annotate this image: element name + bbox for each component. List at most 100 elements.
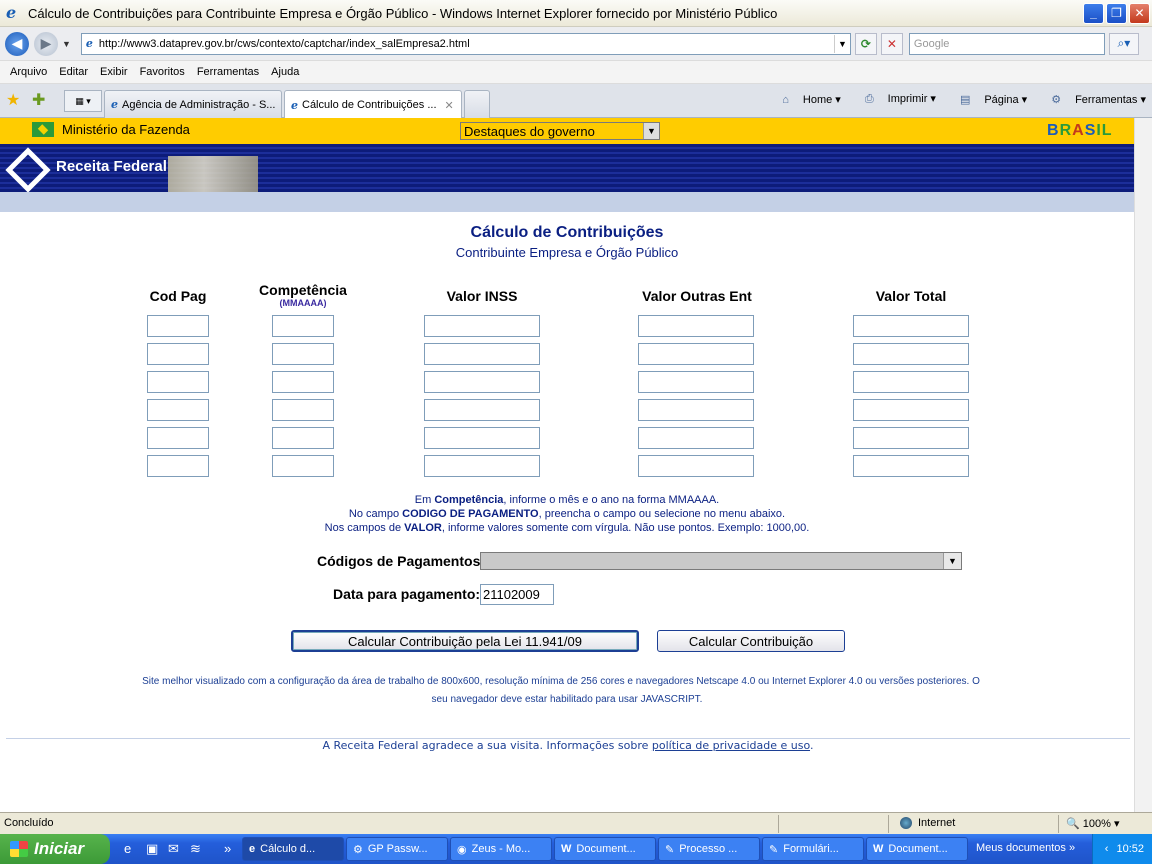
maximize-button[interactable]: ❐: [1106, 2, 1127, 24]
payment-date-input[interactable]: 21102009: [480, 584, 554, 605]
total-input[interactable]: [853, 343, 969, 365]
info-bold: CODIGO DE PAGAMENTO: [402, 508, 539, 520]
payment-codes-select[interactable]: ▼: [480, 552, 962, 570]
menu-ferramentas[interactable]: Ferramentas: [191, 66, 265, 78]
inss-input[interactable]: [424, 315, 540, 337]
taskbar: Iniciar e ▣ ✉ ≋ » e Cálculo d... ⚙ GP Pass…: [0, 834, 1152, 864]
search-button[interactable]: ⌕▾: [1108, 32, 1139, 55]
receita-logo[interactable]: Receita Federal: [8, 150, 167, 182]
outras-input[interactable]: [638, 371, 754, 393]
page-button[interactable]: ▤ Página ▾: [948, 93, 1027, 106]
competencia-input[interactable]: [272, 371, 334, 393]
minimize-button[interactable]: _: [1083, 2, 1104, 24]
outras-input[interactable]: [638, 399, 754, 421]
refresh-button[interactable]: ⟳: [854, 32, 877, 55]
total-input[interactable]: [853, 315, 969, 337]
favorites-star-icon[interactable]: ★: [6, 90, 20, 110]
windows-logo-icon: [10, 841, 28, 857]
inss-input[interactable]: [424, 455, 540, 477]
start-button[interactable]: Iniciar: [0, 834, 110, 864]
quicklaunch-desktop-icon[interactable]: ▣: [146, 841, 158, 857]
menu-editar[interactable]: Editar: [53, 66, 94, 78]
task-calculo[interactable]: e Cálculo d...: [242, 837, 344, 861]
close-button[interactable]: ✕: [1129, 2, 1150, 24]
task-formulario[interactable]: ✎ Formulári...: [762, 837, 864, 861]
add-favorite-icon[interactable]: ✚: [32, 90, 45, 110]
word-icon: W: [561, 843, 572, 855]
banner-strip: [0, 192, 1134, 212]
tools-button[interactable]: ⚙ Ferramentas ▾: [1039, 93, 1146, 106]
menu-ajuda[interactable]: Ajuda: [265, 66, 305, 78]
payment-date-value: 21102009: [483, 587, 540, 602]
competencia-input[interactable]: [272, 399, 334, 421]
quicklaunch-app-icon[interactable]: ≋: [190, 841, 201, 857]
inss-input[interactable]: [424, 427, 540, 449]
tray-expand-icon[interactable]: ‹: [1105, 843, 1109, 855]
outras-input[interactable]: [638, 343, 754, 365]
competencia-label: Competência: [259, 282, 347, 298]
government-highlights-select[interactable]: Destaques do governo ▼: [460, 122, 660, 140]
competencia-input[interactable]: [272, 427, 334, 449]
competencia-input[interactable]: [272, 455, 334, 477]
menu-favoritos[interactable]: Favoritos: [134, 66, 191, 78]
task-zeus[interactable]: ◉ Zeus - Mo...: [450, 837, 552, 861]
total-input[interactable]: [853, 371, 969, 393]
codpag-input[interactable]: [147, 427, 209, 449]
quick-tabs-button[interactable]: ▦ ▾: [64, 90, 102, 112]
back-button[interactable]: ◀: [5, 31, 29, 56]
codpag-input[interactable]: [147, 343, 209, 365]
total-input[interactable]: [853, 455, 969, 477]
forward-button[interactable]: ▶: [34, 31, 58, 56]
vertical-scrollbar[interactable]: [1134, 118, 1152, 812]
competencia-input[interactable]: [272, 315, 334, 337]
ministry-link[interactable]: Ministério da Fazenda: [32, 122, 190, 137]
stop-button[interactable]: ✕: [880, 32, 903, 55]
codpag-input[interactable]: [147, 315, 209, 337]
codpag-input[interactable]: [147, 455, 209, 477]
quicklaunch-outlook-icon[interactable]: ✉: [168, 841, 179, 857]
outras-input[interactable]: [638, 315, 754, 337]
col-header-total: Valor Total: [875, 288, 947, 304]
menu-exibir[interactable]: Exibir: [94, 66, 134, 78]
inss-input[interactable]: [424, 371, 540, 393]
quicklaunch-ie-icon[interactable]: e: [124, 841, 131, 856]
new-tab-button[interactable]: [464, 90, 490, 118]
calculate-law-button[interactable]: Calcular Contribuição pela Lei 11.941/09: [291, 630, 639, 652]
clock[interactable]: 10:52: [1116, 843, 1144, 855]
codpag-input[interactable]: [147, 399, 209, 421]
history-dropdown-icon[interactable]: ▼: [62, 39, 71, 49]
building-image: [168, 156, 258, 192]
brasil-logo[interactable]: BRASIL: [1047, 122, 1113, 140]
total-input[interactable]: [853, 427, 969, 449]
total-input[interactable]: [853, 399, 969, 421]
privacy-policy-link[interactable]: política de privacidade e uso: [652, 739, 810, 752]
form-icon: ✎: [769, 843, 779, 856]
outras-input[interactable]: [638, 427, 754, 449]
tab-agencia[interactable]: e Agência de Administração - S...: [104, 90, 282, 118]
task-processo[interactable]: ✎ Processo ...: [658, 837, 760, 861]
url-dropdown-icon[interactable]: ▼: [833, 34, 850, 53]
tab-close-icon[interactable]: ✕: [445, 99, 454, 112]
menu-arquivo[interactable]: Arquivo: [4, 66, 53, 78]
task-document-1[interactable]: W Document...: [554, 837, 656, 861]
task-document-2[interactable]: W Document...: [866, 837, 968, 861]
search-input[interactable]: Google: [908, 32, 1105, 55]
status-divider: [1058, 815, 1059, 833]
inss-input[interactable]: [424, 399, 540, 421]
security-zone[interactable]: Internet: [900, 817, 955, 829]
codpag-input[interactable]: [147, 371, 209, 393]
home-button[interactable]: ⌂ Home ▾: [770, 93, 841, 106]
address-input[interactable]: e http://www3.dataprev.gov.br/cws/contex…: [80, 32, 851, 55]
quicklaunch-more-icon[interactable]: »: [224, 841, 231, 856]
task-gp-password[interactable]: ⚙ GP Passw...: [346, 837, 448, 861]
calculate-button[interactable]: Calcular Contribuição: [657, 630, 845, 652]
zoom-level[interactable]: 🔍 100% ▾: [1066, 817, 1119, 830]
status-text: Concluído: [4, 817, 54, 829]
my-documents-toolbar[interactable]: Meus documentos »: [976, 842, 1075, 854]
tab-calculo[interactable]: e Cálculo de Contribuições ... ✕: [284, 90, 462, 119]
print-button[interactable]: ⎙ Imprimir ▾: [853, 92, 936, 106]
competencia-input[interactable]: [272, 343, 334, 365]
inss-input[interactable]: [424, 343, 540, 365]
outras-input[interactable]: [638, 455, 754, 477]
start-label: Iniciar: [34, 839, 85, 858]
